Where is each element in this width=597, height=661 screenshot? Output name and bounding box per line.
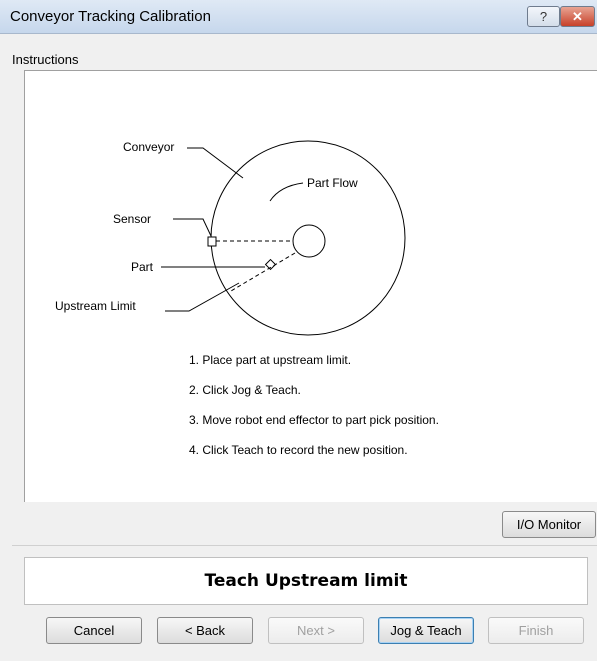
conveyor-diagram: Conveyor Part Flow Sensor Part Upstream … <box>55 140 406 336</box>
cancel-label: Cancel <box>73 623 115 638</box>
close-button[interactable]: ✕ <box>560 6 595 27</box>
status-box: Teach Upstream limit <box>24 557 588 605</box>
conveyor-hub <box>292 224 326 258</box>
conveyor-leader <box>187 147 244 179</box>
back-label: < Back <box>184 623 226 638</box>
instructions-group-label: Instructions <box>12 52 79 67</box>
conveyor-label: Conveyor <box>123 140 174 154</box>
jog-teach-button[interactable]: Jog & Teach <box>378 617 474 644</box>
part-label: Part <box>131 260 154 274</box>
instruction-steps: 1. Place part at upstream limit. 2. Clic… <box>189 353 439 473</box>
back-button[interactable]: < Back <box>157 617 253 644</box>
part-flow-label: Part Flow <box>307 176 358 190</box>
instructions-panel: Conveyor Part Flow Sensor Part Upstream … <box>24 70 597 502</box>
window-title: Conveyor Tracking Calibration <box>10 8 211 25</box>
next-button[interactable]: Next > <box>268 617 364 644</box>
upstream-limit-leader <box>165 282 240 312</box>
finish-button[interactable]: Finish <box>488 617 584 644</box>
step-4: 4. Click Teach to record the new positio… <box>189 443 408 457</box>
sensor-leader <box>173 218 212 237</box>
finish-label: Finish <box>518 623 554 638</box>
sensor-label: Sensor <box>113 212 151 226</box>
step-1: 1. Place part at upstream limit. <box>189 353 352 367</box>
io-monitor-label: I/O Monitor <box>516 517 582 532</box>
part-flow-arrow <box>269 182 304 202</box>
upstream-limit-label: Upstream Limit <box>55 299 136 313</box>
io-monitor-button[interactable]: I/O Monitor <box>502 511 596 538</box>
separator <box>12 545 597 546</box>
next-label: Next > <box>297 623 335 638</box>
help-button[interactable]: ? <box>527 6 560 27</box>
jog-teach-label: Jog & Teach <box>390 623 462 638</box>
close-icon: ✕ <box>572 8 583 24</box>
help-icon: ? <box>539 9 548 24</box>
upstream-path <box>230 252 296 292</box>
step-2: 2. Click Jog & Teach. <box>189 383 301 397</box>
title-bar: Conveyor Tracking Calibration ? ✕ <box>0 0 597 34</box>
step-3: 3. Move robot end effector to part pick … <box>189 413 439 427</box>
status-text: Teach Upstream limit <box>204 571 408 591</box>
sensor-icon <box>207 236 217 247</box>
cancel-button[interactable]: Cancel <box>46 617 142 644</box>
conveyor-circle <box>210 140 406 336</box>
